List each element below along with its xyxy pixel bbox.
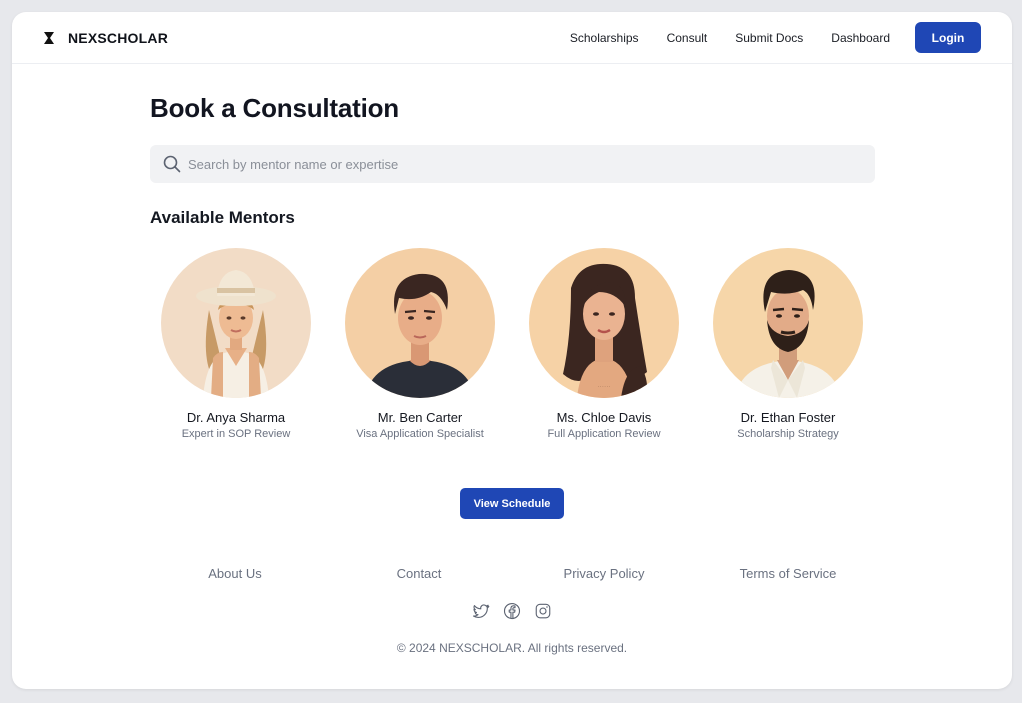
footer-link-about[interactable]: About Us	[208, 566, 261, 581]
mentor-role: Scholarship Strategy	[737, 428, 839, 440]
brand[interactable]: NEXSCHOLAR	[42, 30, 168, 46]
nav-dashboard[interactable]: Dashboard	[831, 31, 890, 45]
social-links	[472, 602, 552, 620]
login-button[interactable]: Login	[915, 22, 981, 53]
main-content: Book a Consultation Available Mentors	[150, 64, 875, 519]
footer-links: About Us Contact Privacy Policy Terms of…	[12, 566, 1012, 582]
footer-link-privacy[interactable]: Privacy Policy	[564, 566, 645, 581]
nav-scholarships[interactable]: Scholarships	[570, 31, 639, 45]
mentor-card[interactable]: Dr. Anya Sharma Expert in SOP Review	[148, 248, 324, 440]
mentor-card[interactable]: Mr. Ben Carter Visa Application Speciali…	[332, 248, 508, 440]
mentor-role: Full Application Review	[547, 428, 661, 440]
instagram-icon[interactable]	[534, 602, 552, 620]
mentor-name: Ms. Chloe Davis	[556, 410, 652, 425]
avatar[interactable]	[345, 248, 495, 398]
main-nav: Scholarships Consult Submit Docs Dashboa…	[570, 22, 981, 53]
mentor-role: Expert in SOP Review	[181, 428, 291, 440]
avatar[interactable]	[713, 248, 863, 398]
page-title: Book a Consultation	[150, 93, 399, 123]
nav-consult[interactable]: Consult	[667, 31, 708, 45]
app-window: NEXSCHOLAR Scholarships Consult Submit D…	[12, 12, 1012, 689]
mentor-name: Dr. Ethan Foster	[740, 410, 836, 425]
twitter-icon[interactable]	[472, 602, 490, 620]
nav-submit-docs[interactable]: Submit Docs	[735, 31, 803, 45]
footer-link-terms[interactable]: Terms of Service	[740, 566, 837, 581]
mentor-role: Visa Application Specialist	[356, 428, 484, 440]
mentor-card[interactable]: Dr. Ethan Foster Scholarship Strategy	[700, 248, 876, 440]
mentor-name: Dr. Anya Sharma	[186, 410, 286, 425]
search-input[interactable]	[188, 156, 875, 172]
hourglass-logo-icon	[42, 31, 56, 45]
search-bar[interactable]	[150, 145, 875, 183]
avatar[interactable]	[161, 248, 311, 398]
footer-link-contact[interactable]: Contact	[397, 566, 442, 581]
mentor-name: Mr. Ben Carter	[377, 410, 463, 425]
avatar[interactable]: · · · · · ·	[529, 248, 679, 398]
section-title-mentors: Available Mentors	[150, 208, 295, 227]
search-icon	[163, 155, 181, 173]
svg-text:· · · · · ·: · · · · · ·	[598, 385, 610, 389]
mentor-list: Dr. Anya Sharma Expert in SOP Review Mr.…	[150, 248, 875, 448]
brand-name: NEXSCHOLAR	[68, 29, 169, 46]
copyright-text: © 2024 NEXSCHOLAR. All rights reserved.	[396, 641, 628, 655]
mentor-card[interactable]: · · · · · · Ms. Chloe Davis Full Applica…	[516, 248, 692, 440]
facebook-icon[interactable]	[503, 602, 521, 620]
top-navbar: NEXSCHOLAR Scholarships Consult Submit D…	[12, 12, 1012, 64]
view-schedule-button[interactable]: View Schedule	[460, 488, 564, 519]
